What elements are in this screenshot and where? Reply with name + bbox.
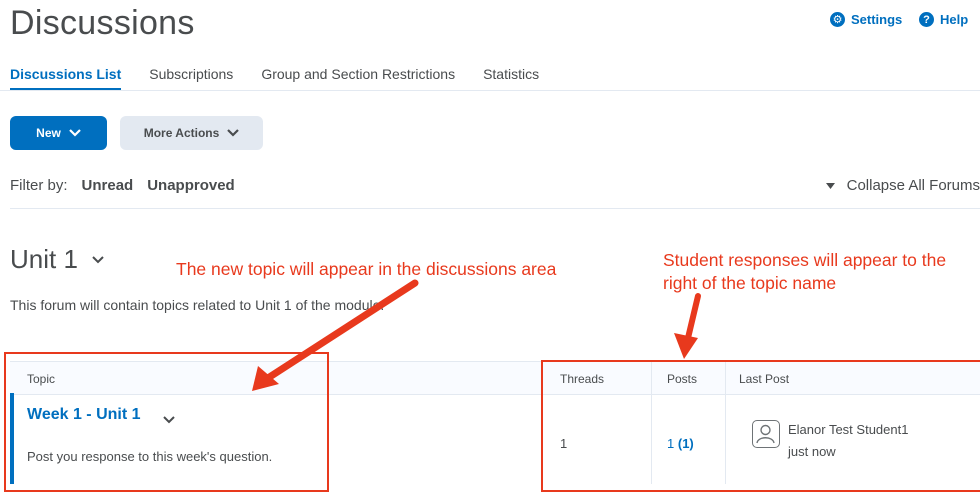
annotation-arrows	[252, 279, 701, 391]
arrow-right-head	[674, 333, 698, 359]
arrow-right-shaft	[685, 293, 701, 341]
arrow-left-shaft	[264, 279, 419, 382]
